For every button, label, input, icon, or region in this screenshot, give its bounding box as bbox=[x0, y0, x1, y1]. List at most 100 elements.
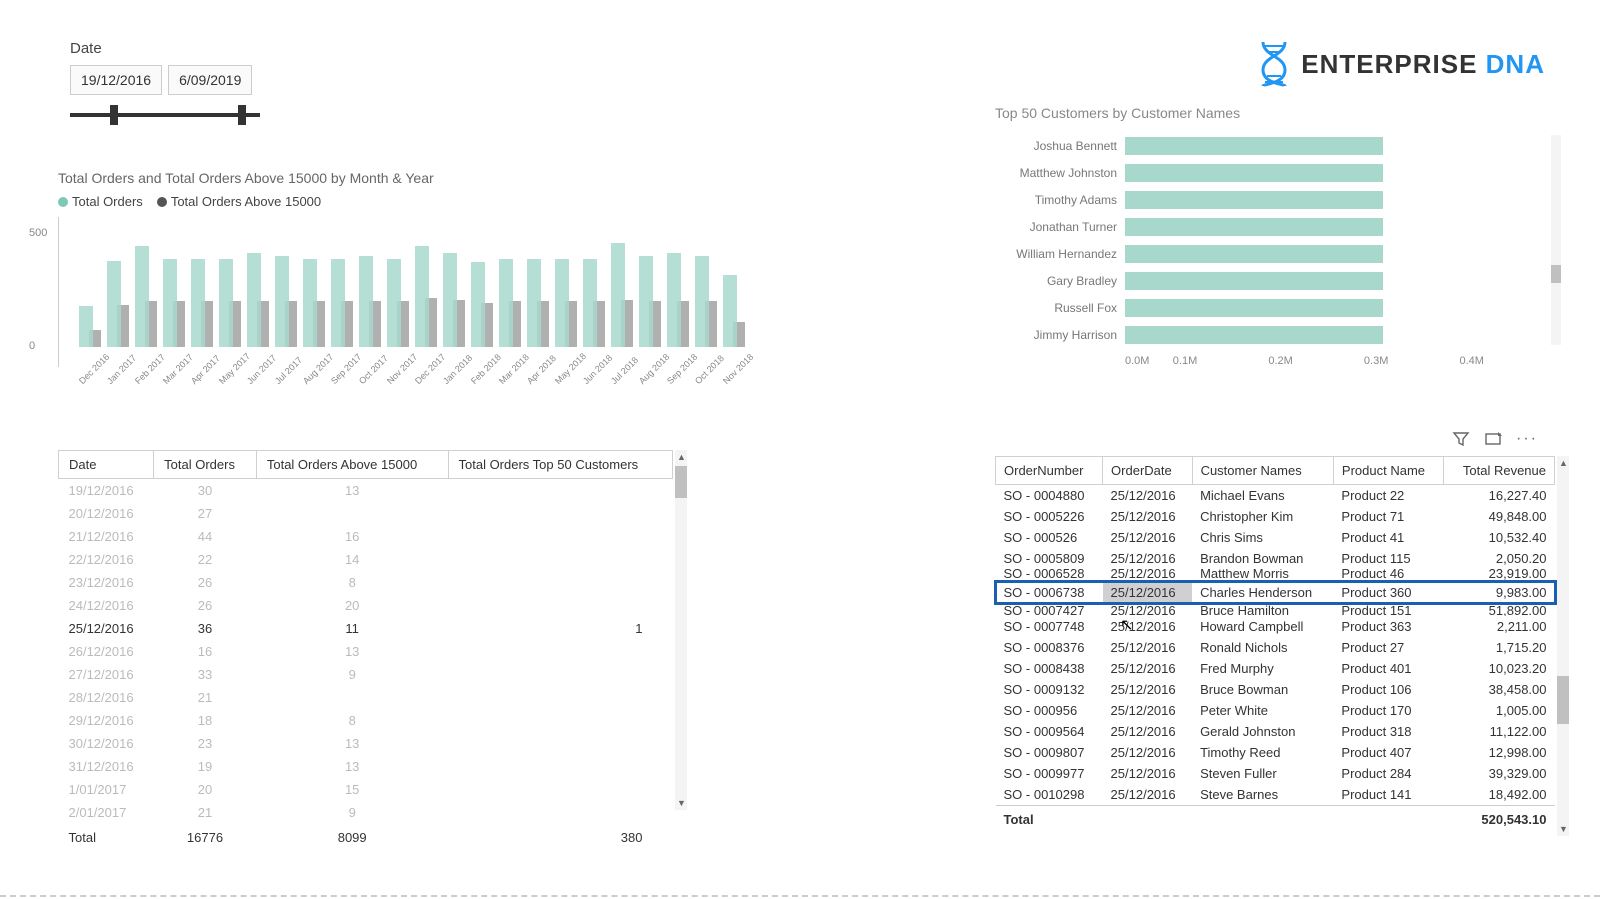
table-row[interactable]: 1/01/20172015 bbox=[59, 778, 673, 801]
bar-group[interactable] bbox=[161, 259, 187, 347]
column-header[interactable]: Product Name bbox=[1333, 457, 1444, 485]
table-row[interactable]: 25/12/201636111 bbox=[59, 617, 673, 640]
table-scrollbar[interactable]: ▲ ▼ bbox=[1557, 456, 1569, 836]
table-row[interactable]: 26/12/20161613 bbox=[59, 640, 673, 663]
table-row[interactable]: 19/12/20163013 bbox=[59, 479, 673, 503]
table-row[interactable]: 31/12/20161913 bbox=[59, 755, 673, 778]
scroll-thumb[interactable] bbox=[1557, 676, 1569, 724]
column-header[interactable]: Total Orders Above 15000 bbox=[256, 451, 448, 479]
table-row[interactable]: 28/12/201621 bbox=[59, 686, 673, 709]
table-row[interactable]: 20/12/201627 bbox=[59, 502, 673, 525]
chart-scrollbar[interactable] bbox=[1551, 135, 1561, 345]
hbar-row[interactable]: Joshua Bennett bbox=[995, 133, 1555, 158]
hbar-label: Russell Fox bbox=[995, 301, 1125, 315]
table-row[interactable]: SO - 000913225/12/2016Bruce BowmanProduc… bbox=[996, 679, 1555, 700]
table-row[interactable]: SO - 000652825/12/2016Matthew MorrisProd… bbox=[996, 569, 1555, 582]
bar-group[interactable] bbox=[133, 246, 159, 347]
table-row[interactable]: SO - 00052625/12/2016Chris SimsProduct 4… bbox=[996, 527, 1555, 548]
hbar-row[interactable]: Gary Bradley bbox=[995, 268, 1555, 293]
table-row[interactable]: SO - 000673825/12/2016Charles HendersonP… bbox=[996, 582, 1555, 603]
order-details-table[interactable]: OrderNumberOrderDateCustomer NamesProduc… bbox=[995, 456, 1555, 833]
bar-group[interactable] bbox=[665, 253, 691, 347]
bar-group[interactable] bbox=[693, 256, 719, 347]
bar-group[interactable] bbox=[525, 259, 551, 347]
customers-chart-title: Top 50 Customers by Customer Names bbox=[995, 105, 1555, 121]
table-row[interactable]: SO - 000980725/12/2016Timothy ReedProduc… bbox=[996, 742, 1555, 763]
bar-group[interactable] bbox=[581, 259, 607, 347]
bar-group[interactable] bbox=[273, 256, 299, 347]
scroll-thumb[interactable] bbox=[1551, 265, 1561, 283]
scroll-down-icon[interactable]: ▼ bbox=[677, 798, 686, 808]
table-row[interactable]: SO - 000580925/12/2016Brandon BowmanProd… bbox=[996, 548, 1555, 569]
column-header[interactable]: OrderNumber bbox=[996, 457, 1103, 485]
bar-group[interactable] bbox=[77, 306, 103, 347]
table-row[interactable]: SO - 000742725/12/2016Bruce HamiltonProd… bbox=[996, 603, 1555, 616]
hbar-row[interactable]: Jonathan Turner bbox=[995, 214, 1555, 239]
table-row[interactable]: 24/12/20162620 bbox=[59, 594, 673, 617]
table-row[interactable]: 29/12/2016188 bbox=[59, 709, 673, 732]
table-row[interactable]: SO - 000837625/12/2016Ronald NicholsProd… bbox=[996, 637, 1555, 658]
table-row[interactable]: SO - 000774825/12/2016Howard CampbellPro… bbox=[996, 616, 1555, 637]
bar-group[interactable] bbox=[497, 259, 523, 347]
scroll-up-icon[interactable]: ▲ bbox=[1559, 458, 1568, 468]
slider-handle-end[interactable] bbox=[238, 105, 246, 125]
table-row[interactable]: 22/12/20162214 bbox=[59, 548, 673, 571]
column-header[interactable]: OrderDate bbox=[1103, 457, 1193, 485]
more-options-icon[interactable]: ··· bbox=[1516, 430, 1538, 448]
bar-group[interactable] bbox=[189, 259, 215, 347]
column-chart[interactable]: Total Orders and Total Orders Above 1500… bbox=[58, 170, 908, 367]
slider-handle-start[interactable] bbox=[110, 105, 118, 125]
date-end-input[interactable]: 6/09/2019 bbox=[168, 65, 252, 95]
table-row[interactable]: SO - 000956425/12/2016Gerald JohnstonPro… bbox=[996, 721, 1555, 742]
filter-icon[interactable] bbox=[1452, 430, 1470, 448]
table-row[interactable]: 2/01/2017219 bbox=[59, 801, 673, 824]
table-row[interactable]: SO - 001029825/12/2016Steve BarnesProduc… bbox=[996, 784, 1555, 806]
column-header[interactable]: Customer Names bbox=[1192, 457, 1333, 485]
column-header[interactable]: Total Revenue bbox=[1444, 457, 1555, 485]
table-row[interactable]: 21/12/20164416 bbox=[59, 525, 673, 548]
bar-group[interactable] bbox=[245, 253, 271, 347]
date-slider[interactable] bbox=[70, 105, 260, 125]
bar-group[interactable] bbox=[413, 246, 439, 347]
scroll-thumb[interactable] bbox=[675, 466, 687, 498]
customers-bar-chart[interactable]: Top 50 Customers by Customer Names Joshu… bbox=[995, 105, 1555, 367]
bar-group[interactable] bbox=[357, 256, 383, 347]
orders-by-date-table[interactable]: DateTotal OrdersTotal Orders Above 15000… bbox=[58, 450, 673, 810]
column-header[interactable]: Total Orders bbox=[154, 451, 257, 479]
hbar-row[interactable]: William Hernandez bbox=[995, 241, 1555, 266]
bar-group[interactable] bbox=[637, 256, 663, 347]
bar-group[interactable] bbox=[609, 243, 635, 347]
bar-group[interactable] bbox=[385, 259, 411, 347]
table-row[interactable]: SO - 00095625/12/2016Peter WhiteProduct … bbox=[996, 700, 1555, 721]
scroll-down-icon[interactable]: ▼ bbox=[1559, 824, 1568, 834]
table-row[interactable]: 30/12/20162313 bbox=[59, 732, 673, 755]
bar-group[interactable] bbox=[721, 275, 747, 347]
x-tick: Oct 2017 bbox=[357, 361, 382, 386]
x-tick: 0.0M bbox=[1125, 355, 1173, 367]
scroll-up-icon[interactable]: ▲ bbox=[677, 452, 686, 462]
table-row[interactable]: SO - 000522625/12/2016Christopher KimPro… bbox=[996, 506, 1555, 527]
bar-group[interactable] bbox=[217, 259, 243, 347]
logo: ENTERPRISE DNA bbox=[1257, 40, 1545, 88]
table-row[interactable]: SO - 000997725/12/2016Steven FullerProdu… bbox=[996, 763, 1555, 784]
hbar-row[interactable]: Matthew Johnston bbox=[995, 160, 1555, 185]
table-row[interactable]: SO - 000843825/12/2016Fred MurphyProduct… bbox=[996, 658, 1555, 679]
date-start-input[interactable]: 19/12/2016 bbox=[70, 65, 162, 95]
table-row[interactable]: 27/12/2016339 bbox=[59, 663, 673, 686]
bar-group[interactable] bbox=[441, 253, 467, 347]
table-scrollbar[interactable]: ▲ ▼ bbox=[675, 450, 687, 810]
bar-group[interactable] bbox=[469, 262, 495, 347]
column-header[interactable]: Total Orders Top 50 Customers bbox=[448, 451, 673, 479]
focus-mode-icon[interactable] bbox=[1484, 430, 1502, 448]
table-row[interactable]: 23/12/2016268 bbox=[59, 571, 673, 594]
hbar-row[interactable]: Jimmy Harrison bbox=[995, 322, 1555, 347]
table-row[interactable]: SO - 000488025/12/2016Michael EvansProdu… bbox=[996, 485, 1555, 507]
bar-group[interactable] bbox=[301, 259, 327, 347]
bar-group[interactable] bbox=[329, 259, 355, 347]
bar-group[interactable] bbox=[553, 259, 579, 347]
dna-icon bbox=[1257, 40, 1291, 88]
column-header[interactable]: Date bbox=[59, 451, 154, 479]
hbar-row[interactable]: Timothy Adams bbox=[995, 187, 1555, 212]
hbar-row[interactable]: Russell Fox bbox=[995, 295, 1555, 320]
bar-group[interactable] bbox=[105, 261, 131, 347]
